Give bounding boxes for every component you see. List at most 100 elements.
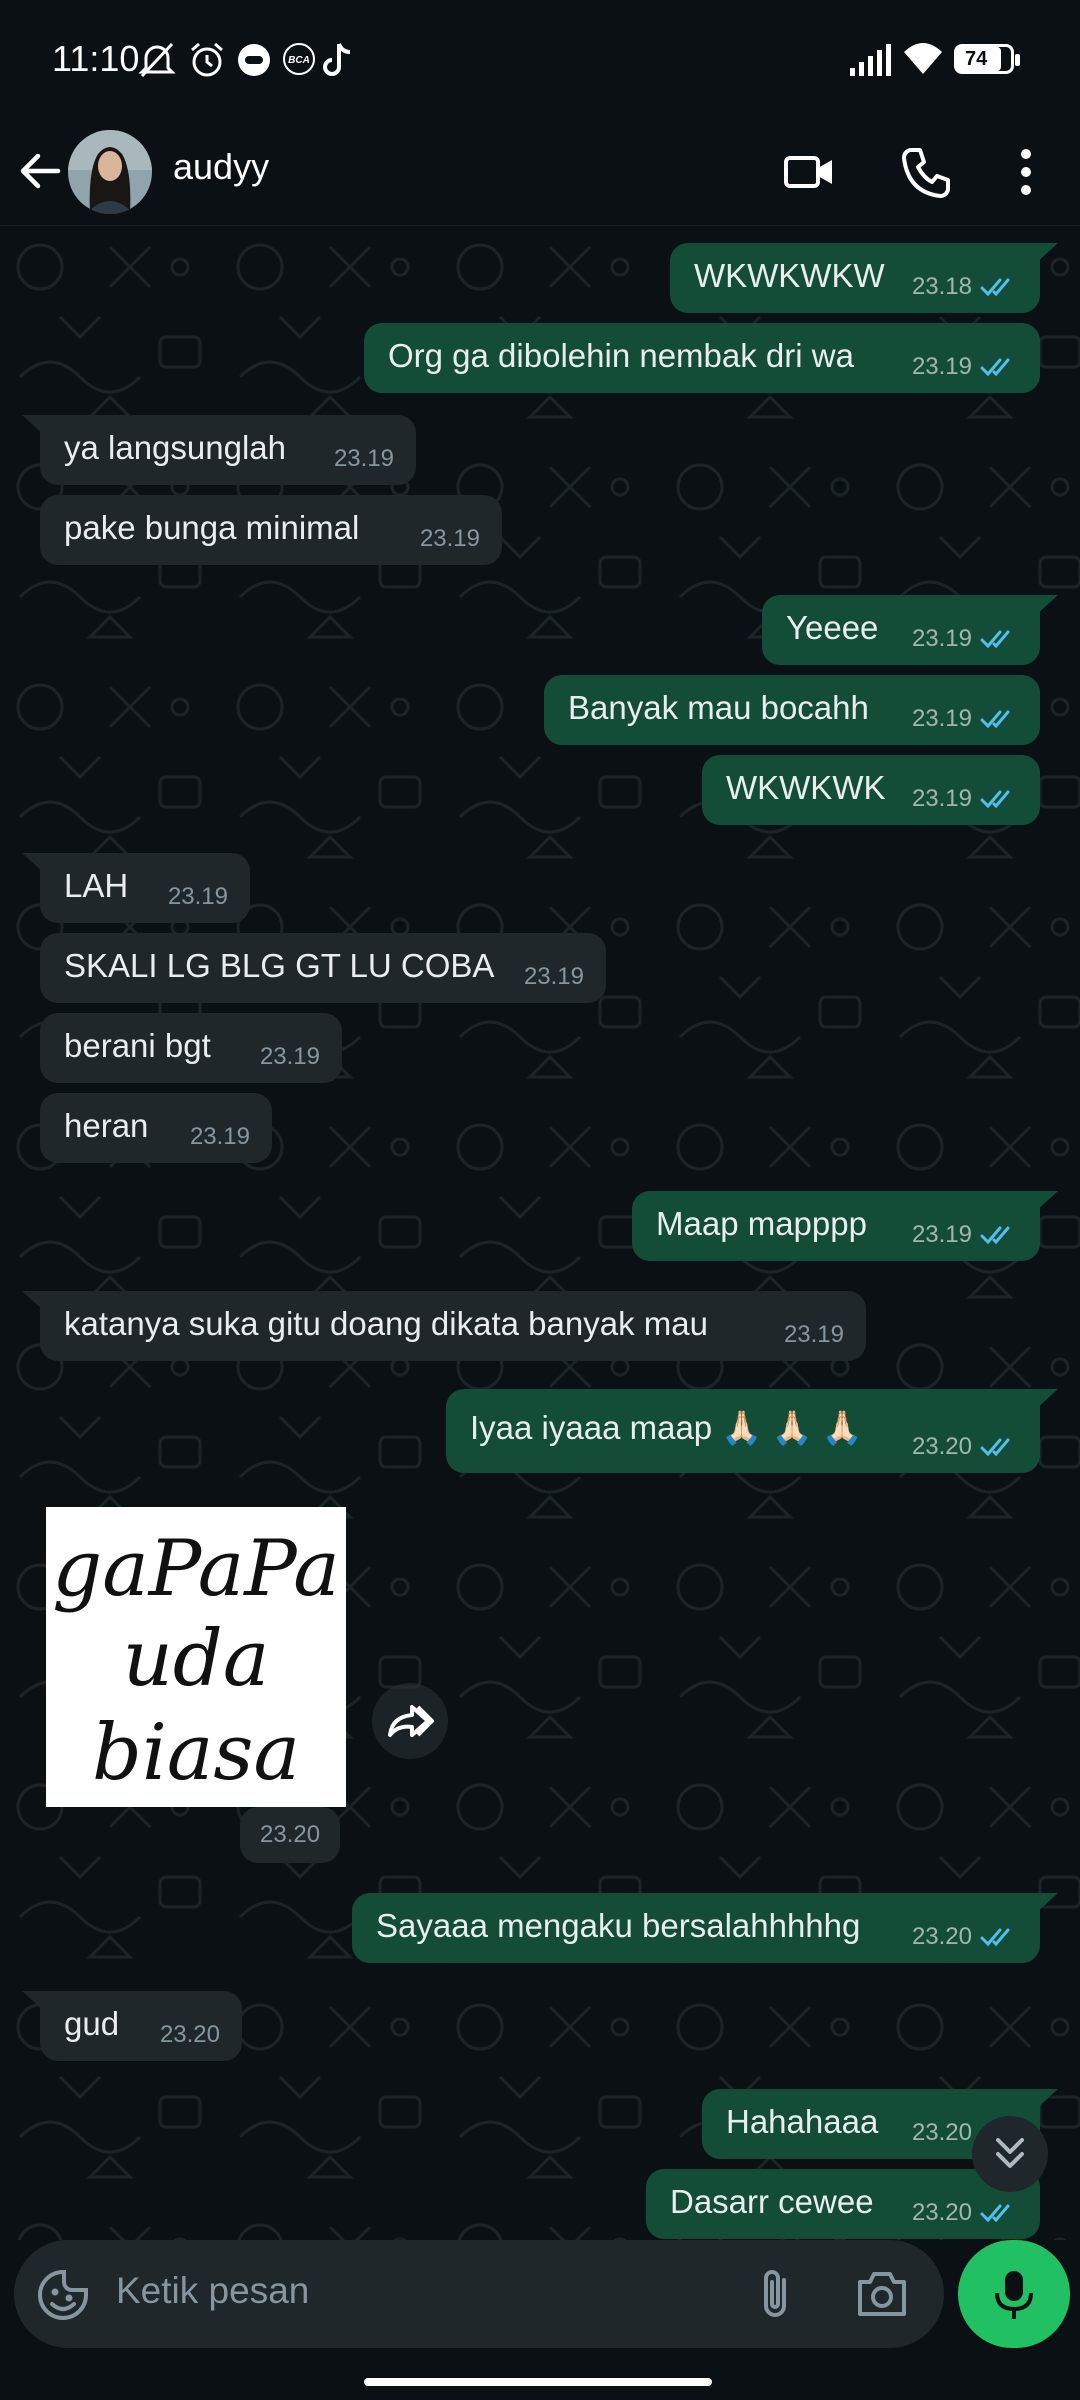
- message-text: Banyak mau bocahh: [568, 689, 869, 726]
- outgoing-message-bubble[interactable]: Maap mapppp 23.19: [632, 1191, 1058, 1261]
- message-meta: 23.19: [260, 1043, 320, 1071]
- scroll-to-bottom-button[interactable]: [972, 2116, 1048, 2192]
- incoming-message-bubble[interactable]: heran 23.19: [40, 1093, 272, 1163]
- message-timestamp: 23.19: [167, 883, 228, 910]
- outgoing-message-bubble[interactable]: Org ga dibolehin nembak dri wa 23.19: [364, 323, 1040, 393]
- incoming-message-bubble[interactable]: ya langsunglah 23.19: [22, 415, 416, 485]
- voice-call-icon[interactable]: [896, 142, 956, 202]
- message-meta: 23.19: [912, 1221, 1018, 1249]
- message-timestamp: 23.20: [911, 1433, 972, 1460]
- message-meta: 23.20: [912, 1923, 1018, 1951]
- emoji-icon[interactable]: [36, 2268, 90, 2322]
- more-options-icon[interactable]: [996, 142, 1056, 202]
- bubble-tail: [1036, 1893, 1058, 1913]
- message-meta: 23.19: [334, 445, 394, 473]
- battery-level: 74: [965, 48, 988, 70]
- double-chevron-down-icon: [996, 2138, 1024, 2168]
- read-receipt-icon: [980, 790, 1010, 809]
- message-list[interactable]: WKWKWKW 23.18 Org ga dibolehin nembak dri …: [0, 227, 1080, 2240]
- avatar[interactable]: [68, 130, 152, 214]
- bubble-tail: [1036, 2089, 1058, 2109]
- message-meta: 23.19: [190, 1123, 250, 1151]
- message-timestamp: 23.20: [911, 2199, 972, 2226]
- bubble-tail: [22, 415, 44, 435]
- outgoing-message-bubble[interactable]: WKWKWK 23.19: [702, 755, 1040, 825]
- read-receipt-icon: [980, 1438, 1010, 1457]
- sticker-image[interactable]: gaPaPa uda biasa: [46, 1507, 346, 1807]
- message-text: Yeeee: [786, 609, 879, 646]
- mic-icon: [995, 2271, 1033, 2319]
- message-meta: 23.19: [912, 353, 1018, 381]
- incoming-message-bubble[interactable]: berani bgt 23.19: [40, 1013, 342, 1083]
- message-timestamp: 23.18: [911, 273, 972, 300]
- message-text: Sayaaa mengaku bersalahhhhhg: [376, 1907, 861, 1944]
- message-timestamp: 23.20: [911, 2119, 972, 2146]
- bubble-tail: [22, 853, 44, 873]
- bubble-tail: [1036, 595, 1058, 615]
- contact-name[interactable]: audyy: [173, 146, 269, 188]
- message-timestamp: 23.19: [911, 625, 972, 652]
- read-receipt-icon: [980, 2204, 1010, 2223]
- message-meta: 23.20: [912, 2199, 1018, 2227]
- message-text: heran: [64, 1107, 149, 1144]
- status-time: 11:10: [52, 38, 140, 79]
- outgoing-message-bubble[interactable]: Banyak mau bocahh 23.19: [544, 675, 1040, 745]
- forward-icon[interactable]: [372, 1683, 448, 1759]
- message-meta: 23.20: [912, 1433, 1018, 1461]
- outgoing-message-bubble[interactable]: Yeeee 23.19: [762, 595, 1058, 665]
- outgoing-message-bubble[interactable]: Iyaa iyaaa maap 🙏🏻 🙏🏻 🙏🏻 23.20: [446, 1389, 1058, 1473]
- message-meta: 23.19: [420, 525, 480, 553]
- incoming-message-bubble[interactable]: LAH 23.19: [22, 853, 250, 923]
- message-text: gud: [64, 2005, 120, 2042]
- message-text: Maap mapppp: [656, 1205, 867, 1242]
- message-meta: 23.19: [912, 785, 1018, 813]
- message-text: SKALI LG BLG GT LU COBA: [64, 947, 495, 984]
- bubble-tail: [1036, 1191, 1058, 1211]
- tiktok-icon: [323, 43, 351, 76]
- wifi-icon: [904, 43, 942, 74]
- signal-icon: [850, 44, 891, 76]
- message-timestamp: 23.19: [911, 353, 972, 380]
- message-text: LAH: [64, 867, 129, 904]
- message-timestamp: 23.19: [911, 705, 972, 732]
- sticker-timestamp: 23.20: [240, 1807, 341, 1863]
- message-text: Hahahaaa: [726, 2103, 879, 2140]
- message-input[interactable]: Ketik pesan: [14, 2240, 944, 2348]
- message-timestamp: 23.19: [333, 445, 394, 472]
- home-indicator[interactable]: [364, 2378, 712, 2386]
- incoming-message-bubble[interactable]: pake bunga minimal 23.19: [40, 495, 502, 565]
- read-receipt-icon: [980, 1226, 1010, 1245]
- message-meta: 23.18: [912, 273, 1018, 301]
- sticker-line-2: uda: [123, 1614, 270, 1704]
- chat-header: audyy: [0, 118, 1080, 226]
- back-arrow-icon[interactable]: [16, 146, 66, 196]
- message-timestamp: 23.19: [259, 1043, 320, 1070]
- video-call-icon[interactable]: [780, 142, 840, 202]
- bubble-tail: [1036, 243, 1058, 263]
- message-timestamp: 23.19: [911, 785, 972, 812]
- read-receipt-icon: [980, 1928, 1010, 1947]
- message-timestamp: 23.19: [189, 1123, 250, 1150]
- voice-record-button[interactable]: [958, 2240, 1070, 2348]
- bca-icon: BCA: [283, 43, 315, 75]
- message-meta: 23.19: [524, 963, 584, 991]
- message-text: berani bgt: [64, 1027, 211, 1064]
- incoming-message-bubble[interactable]: gud 23.20: [22, 1991, 242, 2061]
- message-text: WKWKWKW: [694, 257, 885, 294]
- media-icon: [238, 44, 270, 76]
- camera-icon[interactable]: [854, 2268, 910, 2320]
- bubble-tail: [1036, 1389, 1058, 1409]
- message-text: katanya suka gitu doang dikata banyak ma…: [64, 1305, 708, 1342]
- message-text: Iyaa iyaaa maap 🙏🏻 🙏🏻 🙏🏻: [470, 1409, 863, 1446]
- outgoing-message-bubble[interactable]: Sayaaa mengaku bersalahhhhhg 23.20: [352, 1893, 1058, 1963]
- message-timestamp: 23.20: [159, 2021, 220, 2048]
- incoming-message-bubble[interactable]: SKALI LG BLG GT LU COBA 23.19: [40, 933, 606, 1003]
- mute-icon: [138, 42, 176, 78]
- message-text: Org ga dibolehin nembak dri wa: [388, 337, 854, 374]
- outgoing-message-bubble[interactable]: WKWKWKW 23.18: [670, 243, 1058, 313]
- incoming-message-bubble[interactable]: katanya suka gitu doang dikata banyak ma…: [22, 1291, 866, 1361]
- attach-icon[interactable]: [750, 2266, 800, 2322]
- sticker-line-3: biasa: [92, 1708, 300, 1798]
- read-receipt-icon: [980, 278, 1010, 297]
- message-composer: Ketik pesan: [0, 2240, 1080, 2400]
